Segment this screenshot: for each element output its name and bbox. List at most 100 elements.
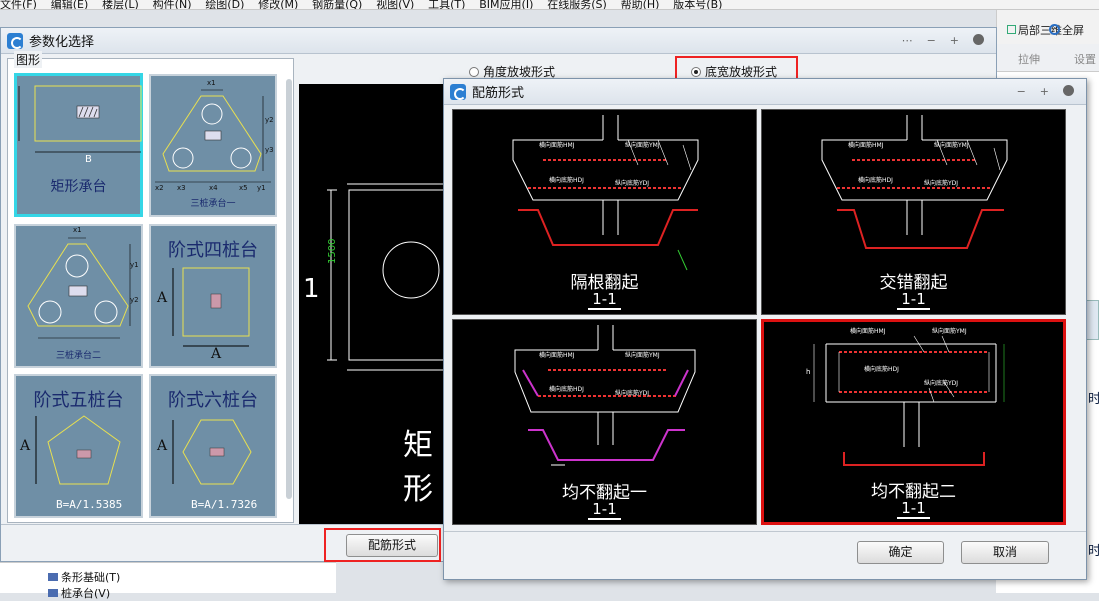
app-icon: [7, 32, 23, 49]
dim-label: x5: [239, 184, 248, 192]
rebar-option-no-bend-2[interactable]: 横向面筋HMJ 纵向面筋YMJ 横向底筋HDJ 纵向底筋YDJ h 均不翻起二 …: [761, 319, 1066, 525]
annotation: 纵向底筋YDJ: [615, 180, 650, 187]
settings-button[interactable]: 设置: [1074, 51, 1096, 67]
rebar-dialog-title: 配筋形式: [472, 86, 525, 101]
section-label: 1-1: [453, 290, 756, 310]
fullscreen-button[interactable]: 全屏: [1049, 22, 1084, 38]
dim-label-a: A: [157, 290, 168, 306]
dim-label: y1: [257, 184, 266, 192]
ok-button[interactable]: 确定: [857, 541, 944, 564]
annotation: 横向面筋HMJ: [848, 142, 884, 149]
thumb-caption: 三桩承台二: [55, 351, 101, 361]
radio-icon: [469, 67, 479, 77]
annotation: 纵向底筋YDJ: [924, 180, 959, 187]
annotation: 横向面筋HMJ: [539, 142, 575, 149]
menu-rebar[interactable]: 钢筋量(Q): [312, 0, 362, 9]
section-label: 1-1: [762, 290, 1065, 310]
shape-group-label: 图形: [14, 51, 43, 68]
annotation: 纵向底筋YDJ: [924, 380, 959, 387]
thumb-caption: 三桩承台一: [190, 199, 236, 209]
annotation: 横向底筋HDJ: [864, 366, 899, 373]
close-icon[interactable]: [1063, 85, 1074, 96]
four-pile-diagram: [172, 267, 250, 347]
dim-label: x3: [177, 184, 186, 192]
maximize-icon[interactable]: +: [1040, 85, 1049, 98]
dim-label: x1: [73, 226, 82, 234]
foundation-icon: [48, 573, 58, 581]
close-icon[interactable]: [973, 34, 984, 45]
menu-online[interactable]: 在线服务(S): [547, 0, 607, 9]
formula-text: B=A/1.5385: [56, 498, 123, 511]
stretch-button[interactable]: 拉伸: [1018, 51, 1040, 67]
section-mark: 1: [303, 274, 320, 304]
menu-tools[interactable]: 工具(T): [428, 0, 465, 9]
menu-modify[interactable]: 修改(M): [258, 0, 298, 9]
dim-label: y2: [130, 296, 139, 304]
menu-view[interactable]: 视图(V): [376, 0, 414, 9]
rebar-option-alternate-bend[interactable]: 横向面筋HMJ 纵向面筋YMJ 横向底筋HDJ 纵向底筋YDJ 隔根翻起 1-1: [452, 109, 757, 315]
param-dialog-title: 参数化选择: [29, 35, 95, 50]
minimize-icon[interactable]: −: [927, 34, 936, 47]
dim-label-b: B: [85, 154, 92, 165]
menu-component[interactable]: 构件(N): [153, 0, 192, 9]
3d-icon: [1007, 25, 1016, 34]
menu-floor[interactable]: 楼层(L): [102, 0, 139, 9]
menu-bar: 文件(F) 编辑(E) 楼层(L) 构件(N) 绘图(D) 修改(M) 钢筋量(…: [0, 0, 1099, 10]
thumb-stepped-four-pile[interactable]: 阶式四桩台 A A: [149, 224, 277, 368]
preview-canvas: 1500 1 矩形: [299, 84, 449, 524]
annotation: 纵向面筋YMJ: [934, 142, 969, 149]
thumb-scrollbar[interactable]: [286, 79, 292, 499]
dim-label-a: A: [211, 346, 222, 362]
annotation: 横向底筋HDJ: [549, 177, 584, 184]
options-icon[interactable]: ⋯: [902, 34, 913, 47]
dim-label: x1: [207, 79, 216, 87]
thumb-stepped-five-pile[interactable]: 阶式五桩台 A B=A/1.5385: [14, 374, 143, 518]
thumb-rect-cap[interactable]: B 矩形承台: [14, 73, 143, 217]
tree-item-strip-foundation[interactable]: 条形基础(T): [48, 569, 120, 585]
divider: [444, 531, 1086, 532]
menu-edit[interactable]: 编辑(E): [51, 0, 89, 9]
menu-file[interactable]: 文件(F): [0, 0, 37, 9]
rebar-option-staggered-bend[interactable]: 横向面筋HMJ 纵向面筋YMJ 横向底筋HDJ 纵向底筋YDJ 交错翻起 1-1: [761, 109, 1066, 315]
rebar-option-no-bend-1[interactable]: 横向面筋HMJ 纵向面筋YMJ 横向底筋HDJ 纵向底筋YDJ 均不翻起一 1-…: [452, 319, 757, 525]
rebar-form-dialog: 配筋形式 − + 横向面筋HMJ 纵向面筋YMJ 横向底筋HDJ 纵向底筋YDJ…: [443, 78, 1087, 580]
rebar-form-button[interactable]: 配筋形式: [346, 534, 438, 557]
dim-label: x2: [155, 184, 164, 192]
thumb-stepped-six-pile[interactable]: 阶式六桩台 A B=A/1.7326: [149, 374, 277, 518]
dim-h-label: h: [806, 368, 811, 376]
thumb-caption: 矩形承台: [50, 179, 107, 195]
param-dialog-titlebar: 参数化选择 ⋯ − +: [1, 28, 996, 54]
thumb-three-pile-2[interactable]: x1 y1 y2 三桩承台二: [14, 224, 143, 368]
dim-1500: 1500: [327, 238, 338, 264]
annotation: 纵向面筋YMJ: [625, 142, 660, 149]
annotation: 纵向面筋YMJ: [625, 352, 660, 359]
menu-bim[interactable]: BIM应用(I): [479, 0, 533, 9]
background-toolbar-2: 拉伸 设置: [996, 44, 1099, 72]
menu-draw[interactable]: 绘图(D): [205, 0, 244, 9]
tree-item-pile-cap[interactable]: 桩承台(V): [48, 585, 110, 601]
pile-cap-icon: [48, 589, 58, 597]
rebar-dialog-titlebar: 配筋形式 − +: [444, 79, 1086, 105]
side-text: 时: [1088, 544, 1099, 559]
radio-checked-icon: [691, 67, 701, 77]
six-pile-diagram: [172, 419, 252, 485]
maximize-icon[interactable]: +: [950, 34, 959, 47]
shape-group: 图形 B 矩形承台 x1 x2 x3 x4 x5 y1 y2 y3 三桩承台一 …: [7, 51, 294, 523]
cancel-button[interactable]: 取消: [961, 541, 1049, 564]
thumb-three-pile-1[interactable]: x1 x2 x3 x4 x5 y1 y2 y3 三桩承台一: [149, 74, 277, 217]
annotation: 横向底筋HDJ: [858, 177, 893, 184]
annotation: 纵向面筋YMJ: [932, 328, 967, 335]
zoom-icon: [1049, 24, 1060, 35]
component-tree: 条形基础(T) 桩承台(V): [0, 562, 336, 600]
dim-label-a: A: [157, 438, 168, 454]
menu-help[interactable]: 帮助(H): [621, 0, 660, 9]
menu-version[interactable]: 版本号(B): [673, 0, 722, 9]
dim-label: x4: [209, 184, 218, 192]
section-label: 1-1: [764, 499, 1063, 519]
minimize-icon[interactable]: −: [1017, 85, 1026, 98]
dim-label: y3: [265, 146, 274, 154]
dim-label-a: A: [20, 438, 31, 454]
side-text: 时: [1088, 392, 1099, 407]
annotation: 横向底筋HDJ: [549, 386, 584, 393]
app-icon: [450, 83, 466, 100]
